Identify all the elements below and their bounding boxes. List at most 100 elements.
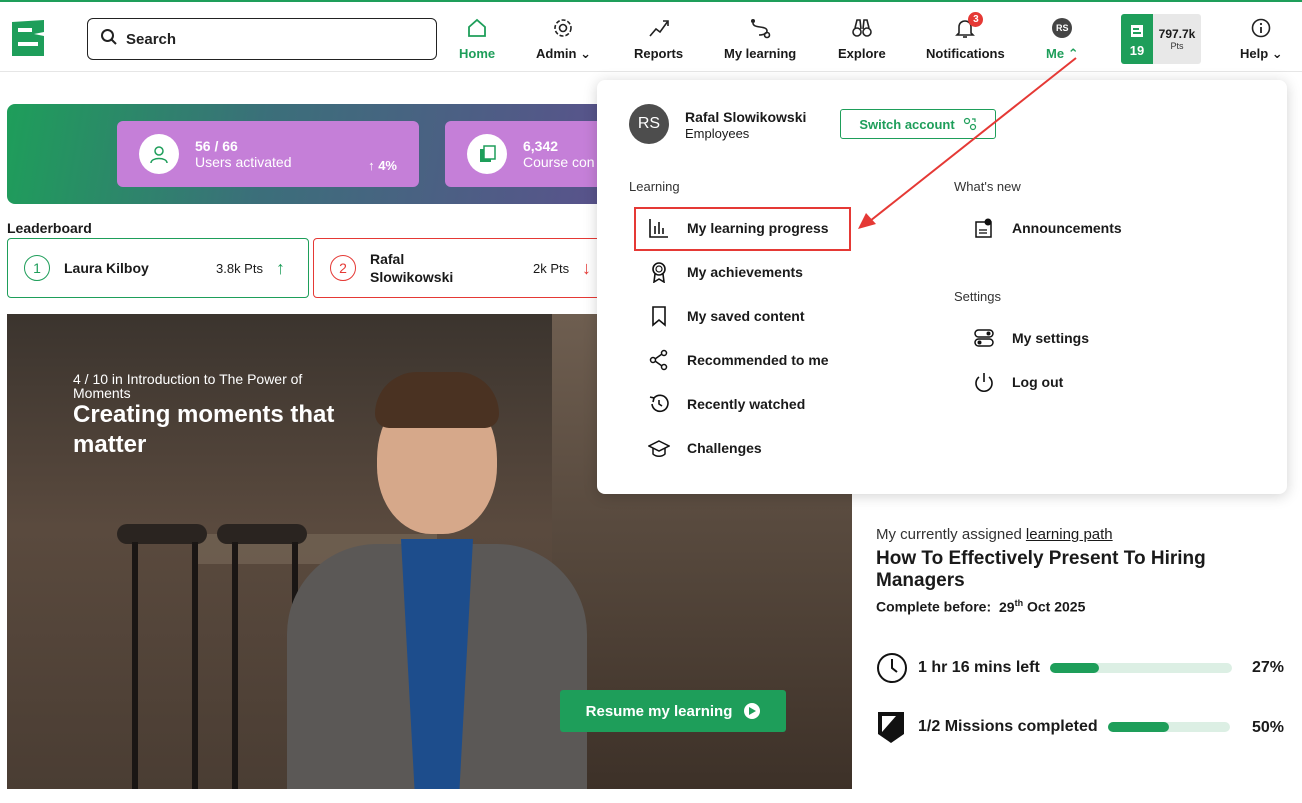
rank-badge: 2 bbox=[330, 255, 356, 281]
graduation-cap-icon bbox=[647, 437, 671, 459]
nav-home[interactable]: Home bbox=[459, 16, 495, 61]
learning-section-title: Learning bbox=[629, 179, 680, 194]
missions-row: 1/2 Missions completed bbox=[876, 710, 1230, 744]
search-box[interactable] bbox=[87, 18, 437, 60]
menu-item-my-learning-progress[interactable]: My learning progress bbox=[647, 217, 829, 239]
points-value: 797.7k bbox=[1158, 27, 1196, 41]
menu-item-my-saved-content[interactable]: My saved content bbox=[647, 305, 804, 327]
award-ribbon-icon bbox=[647, 261, 671, 283]
nav-home-label: Home bbox=[459, 46, 496, 61]
nav-reports-label: Reports bbox=[634, 46, 684, 61]
video-background-stool bbox=[117, 524, 207, 544]
time-progress-percent: 27% bbox=[1252, 659, 1285, 676]
stat-text: 56 / 66 Users activated bbox=[195, 138, 291, 170]
menu-item-challenges[interactable]: Challenges bbox=[647, 437, 762, 459]
stat-trend: ↑ 4% bbox=[368, 158, 397, 173]
menu-item-recently-watched[interactable]: Recently watched bbox=[647, 393, 805, 415]
search-input[interactable] bbox=[126, 30, 416, 48]
missions-progress-percent: 50% bbox=[1252, 719, 1285, 736]
nav-my-learning[interactable]: My learning bbox=[724, 16, 796, 61]
nav-admin[interactable]: Admin ⌄ bbox=[536, 16, 591, 62]
nav-notifications[interactable]: 3 Notifications bbox=[926, 12, 1005, 61]
avatar: RS bbox=[1052, 18, 1073, 38]
menu-item-label: Log out bbox=[1012, 374, 1064, 390]
arrow-down-icon: ↓ bbox=[582, 257, 591, 278]
announcement-icon bbox=[972, 217, 996, 239]
menu-item-label: Recommended to me bbox=[687, 352, 829, 368]
brand-logo-icon[interactable] bbox=[10, 18, 46, 58]
arrow-up-icon: ↑ bbox=[276, 257, 285, 278]
notification-badge: 3 bbox=[968, 12, 984, 27]
menu-item-my-achievements[interactable]: My achievements bbox=[647, 261, 803, 283]
bell-icon: 3 bbox=[954, 12, 984, 40]
nav-help-label: Help ⌄ bbox=[1240, 46, 1283, 61]
nav-explore-label: Explore bbox=[838, 46, 886, 61]
menu-item-log-out[interactable]: Log out bbox=[972, 371, 1063, 393]
nav-admin-label: Admin ⌄ bbox=[536, 46, 591, 61]
settings-section-title: Settings bbox=[954, 289, 1001, 304]
switch-account-label: Switch account bbox=[859, 116, 955, 132]
points-widget[interactable]: 19 797.7k Pts bbox=[1121, 14, 1201, 64]
video-background-stool-leg bbox=[232, 542, 238, 789]
power-icon bbox=[972, 371, 996, 393]
me-avatar-wrap: RS bbox=[1052, 16, 1073, 40]
search-icon bbox=[100, 28, 118, 51]
nav-my-learning-label: My learning bbox=[724, 46, 797, 61]
nav-help[interactable]: Help ⌄ bbox=[1240, 16, 1283, 62]
rank-badge: 1 bbox=[24, 255, 50, 281]
menu-item-label: Challenges bbox=[687, 440, 762, 456]
leaderboard-entry[interactable]: 2 Rafal Slowikowski 2k Pts ↓ bbox=[313, 238, 613, 298]
user-icon bbox=[139, 134, 179, 174]
level-logo-icon bbox=[1130, 24, 1144, 41]
trend-chart-icon bbox=[648, 16, 670, 40]
leader-points: 2k Pts bbox=[533, 260, 570, 276]
menu-item-label: My settings bbox=[1012, 330, 1090, 346]
switch-account-button[interactable]: Switch account bbox=[840, 109, 996, 139]
menu-item-label: My learning progress bbox=[687, 220, 829, 236]
nav-explore[interactable]: Explore bbox=[838, 16, 886, 61]
stat-text: 6,342 Course con bbox=[523, 138, 595, 170]
menu-item-label: Announcements bbox=[1012, 220, 1122, 236]
home-icon bbox=[466, 16, 488, 40]
menu-item-announcements[interactable]: Announcements bbox=[972, 217, 1122, 239]
assigned-title[interactable]: How To Effectively Present To Hiring Man… bbox=[876, 548, 1266, 592]
chevron-down-icon: ⌄ bbox=[580, 46, 591, 61]
stats-banner: 56 / 66 Users activated ↑ 4% 6,342 Cours… bbox=[7, 104, 647, 204]
switch-users-icon bbox=[963, 117, 977, 131]
menu-item-recommended-to-me[interactable]: Recommended to me bbox=[647, 349, 829, 371]
presenter-hair bbox=[375, 372, 499, 428]
bar-chart-icon bbox=[647, 217, 671, 239]
nav-notifications-label: Notifications bbox=[926, 46, 1005, 61]
assigned-due-date: Complete before: 29th Oct 2025 bbox=[876, 598, 1086, 615]
play-icon bbox=[744, 703, 761, 719]
leaderboard-entry[interactable]: 1 Laura Kilboy 3.8k Pts ↑ bbox=[7, 238, 309, 298]
time-left-text: 1 hr 16 mins left bbox=[918, 659, 1040, 676]
menu-item-label: My achievements bbox=[687, 264, 803, 280]
leader-points: 3.8k Pts bbox=[216, 260, 263, 276]
mission-badge-icon bbox=[876, 710, 906, 744]
missions-progress-fill bbox=[1107, 722, 1169, 732]
top-navigation: Home Admin ⌄ Reports My learning Explore… bbox=[0, 0, 1302, 72]
toggle-settings-icon bbox=[972, 327, 996, 349]
nav-reports[interactable]: Reports bbox=[634, 16, 683, 61]
video-background-stool bbox=[217, 524, 307, 544]
points-value-box: 797.7k Pts bbox=[1153, 14, 1201, 64]
nav-me-label: Me ⌃ bbox=[1046, 46, 1079, 61]
resume-learning-button[interactable]: Resume my learning bbox=[560, 690, 786, 732]
video-background-stool-leg bbox=[132, 542, 138, 789]
menu-item-my-settings[interactable]: My settings bbox=[972, 327, 1089, 349]
learning-path-link[interactable]: learning path bbox=[1026, 526, 1113, 543]
stat-card-users[interactable]: 56 / 66 Users activated ↑ 4% bbox=[117, 121, 419, 187]
time-progress-bar bbox=[1049, 663, 1232, 673]
nav-me[interactable]: RS Me ⌃ bbox=[1046, 16, 1079, 62]
missions-progress-bar bbox=[1107, 722, 1230, 732]
resume-label: Resume my learning bbox=[585, 702, 733, 720]
video-title: Creating moments that matter bbox=[73, 401, 335, 458]
time-progress-fill bbox=[1049, 663, 1099, 673]
bookmark-icon bbox=[647, 305, 671, 327]
leader-name: Rafal Slowikowski bbox=[370, 251, 454, 285]
copy-icon bbox=[467, 134, 507, 174]
info-icon bbox=[1250, 16, 1272, 40]
missions-text: 1/2 Missions completed bbox=[918, 718, 1098, 735]
points-unit: Pts bbox=[1170, 41, 1184, 51]
